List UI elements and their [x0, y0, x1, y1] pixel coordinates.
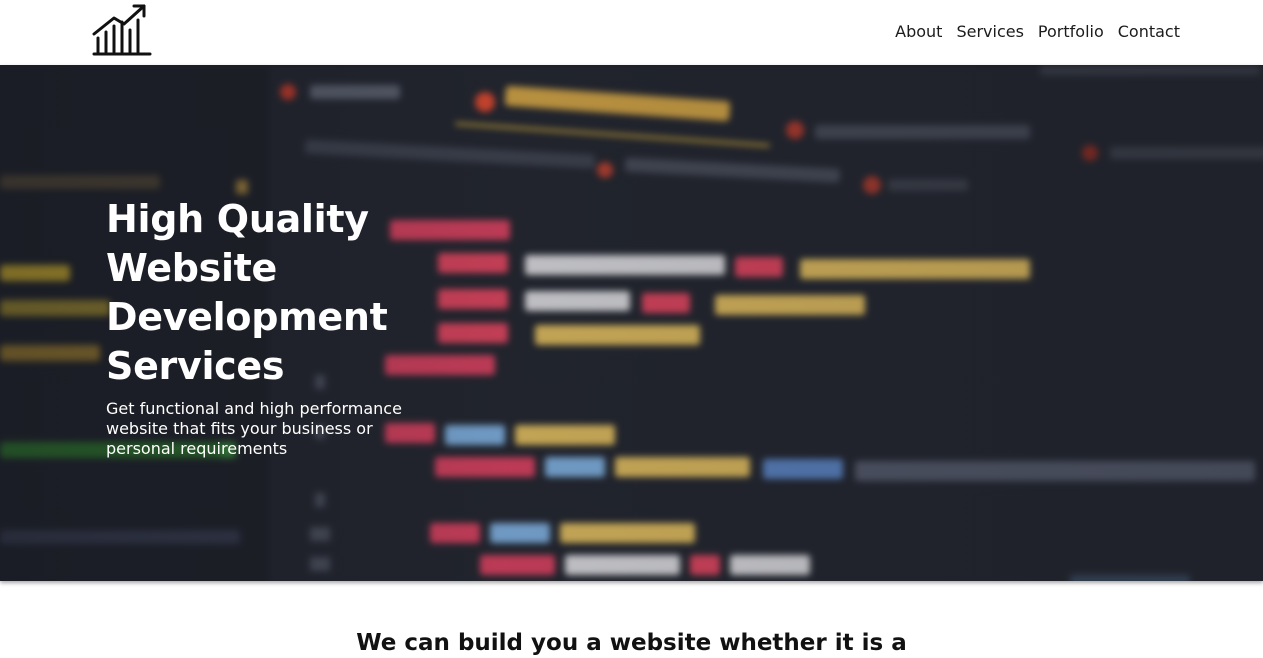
nav-portfolio-link[interactable]: Portfolio: [1038, 21, 1104, 43]
hero-content: High Quality Website Development Service…: [106, 195, 546, 459]
nav-services-link[interactable]: Services: [956, 21, 1023, 43]
site-header: About Services Portfolio Contact: [0, 0, 1263, 65]
nav-about-link[interactable]: About: [895, 21, 942, 43]
chart-growth-icon[interactable]: [88, 0, 156, 60]
nav-contact-link[interactable]: Contact: [1118, 21, 1180, 43]
section-heading: We can build you a website whether it is…: [356, 630, 907, 656]
hero-title: High Quality Website Development Service…: [106, 197, 388, 388]
hero-section: High Quality Website Development Service…: [0, 65, 1263, 581]
main-nav: About Services Portfolio Contact: [895, 21, 1180, 43]
hero-subtitle: Get functional and high performance webs…: [106, 399, 402, 458]
